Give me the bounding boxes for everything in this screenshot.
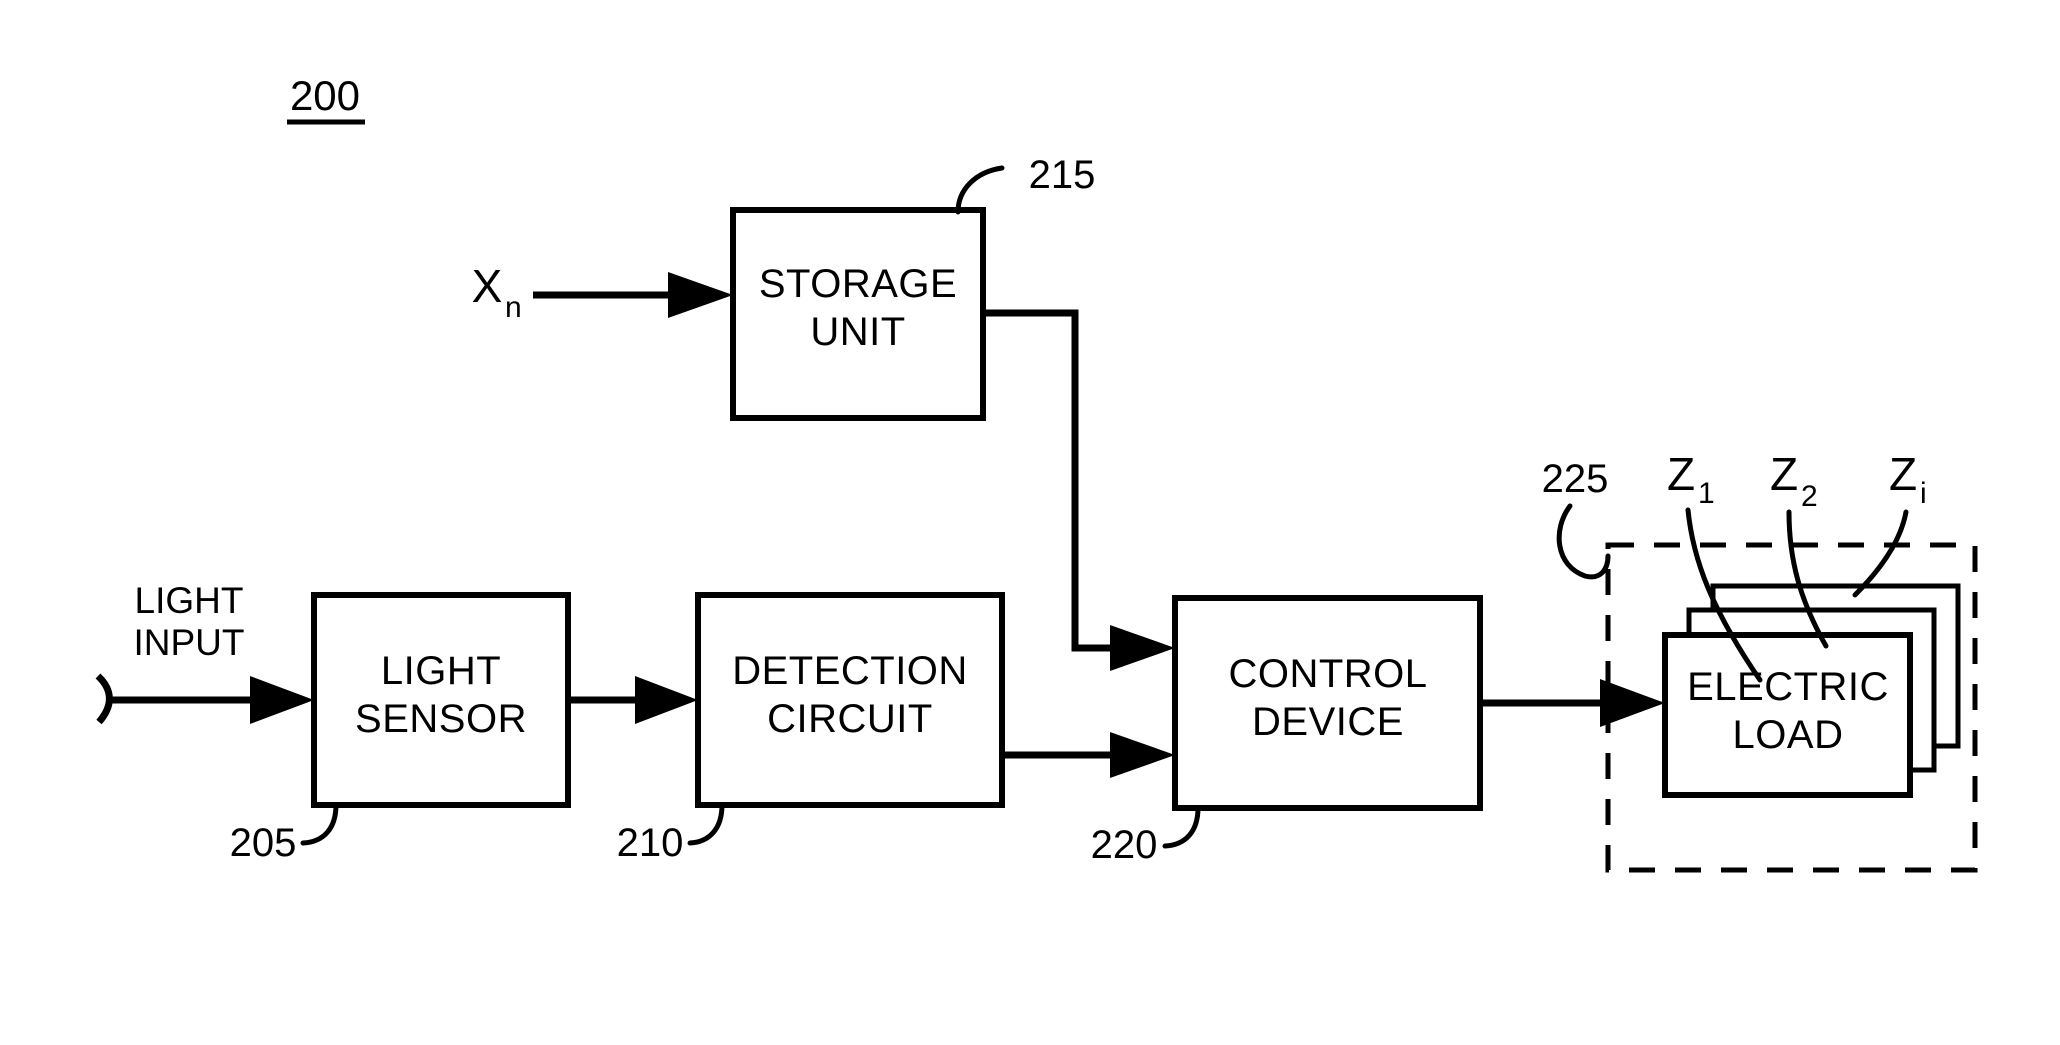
control-device-label-line2: DEVICE — [1252, 700, 1404, 744]
ref-220-label: 220 — [1091, 823, 1158, 867]
sensor-to-detection-arrowhead — [635, 676, 698, 724]
control-device-label-line1: CONTROL — [1228, 652, 1427, 696]
figure-number-group: 200 — [287, 72, 365, 125]
load-output-zi-group: Z i — [1852, 448, 1927, 598]
storage-input-symbol: X — [472, 260, 503, 312]
ref-205-group: 205 — [230, 802, 339, 865]
load-output-zi-subscript: i — [1920, 477, 1927, 510]
ref-220-leader — [1162, 805, 1201, 849]
light-input-group: LIGHT INPUT — [95, 580, 314, 725]
ref-205-leader — [300, 802, 339, 846]
ref-225-leader — [1556, 503, 1611, 580]
figure-diagram: 200 X n STORAGE UNIT 215 LIGHT INPUT LIG… — [95, 72, 1978, 873]
load-output-z2-symbol: Z — [1770, 448, 1798, 500]
storage-input-arrowhead — [668, 272, 733, 318]
ref-215-label: 215 — [1029, 153, 1096, 197]
electric-load-label-line1: ELECTRIC — [1687, 665, 1889, 709]
load-output-z1-subscript: 1 — [1698, 477, 1715, 510]
load-output-z1-symbol: Z — [1667, 448, 1695, 500]
ref-210-leader — [687, 802, 725, 846]
detection-to-control-wire-group — [1002, 732, 1175, 778]
ref-205-label: 205 — [230, 821, 297, 865]
ref-215-group: 215 — [955, 153, 1096, 215]
load-output-zi-symbol: Z — [1889, 448, 1917, 500]
storage-input-group: X n — [472, 260, 733, 324]
sensor-to-detection-wire-group — [568, 676, 698, 724]
ref-215-leader — [955, 165, 1005, 215]
ref-210-label: 210 — [617, 821, 684, 865]
ref-225-label: 225 — [1542, 457, 1609, 501]
block-control-device[interactable]: CONTROL DEVICE — [1172, 595, 1483, 811]
block-detection-circuit[interactable]: DETECTION CIRCUIT — [695, 592, 1005, 808]
figure-number: 200 — [290, 72, 360, 119]
storage-to-control-arrowhead — [1110, 625, 1175, 671]
detection-circuit-label-line1: DETECTION — [732, 649, 968, 693]
light-input-label-line1: LIGHT — [135, 580, 244, 621]
ref-210-group: 210 — [617, 802, 725, 865]
light-sensor-label-line2: SENSOR — [355, 697, 527, 741]
block-storage-unit[interactable]: STORAGE UNIT — [730, 207, 986, 421]
storage-to-control-wire-group — [983, 309, 1175, 671]
patent-figure-canvas: 200 X n STORAGE UNIT 215 LIGHT INPUT LIG… — [0, 0, 2060, 1045]
light-input-arrowhead — [250, 676, 314, 724]
light-input-label-line2: INPUT — [134, 622, 245, 663]
block-light-sensor[interactable]: LIGHT SENSOR — [311, 592, 571, 808]
ref-220-group: 220 — [1091, 805, 1201, 867]
load-output-z2-subscript: 2 — [1801, 480, 1818, 513]
storage-unit-label-line2: UNIT — [810, 310, 905, 354]
detection-circuit-label-line2: CIRCUIT — [767, 697, 933, 741]
control-to-load-wire-group — [1480, 679, 1665, 727]
storage-unit-label-line1: STORAGE — [759, 262, 957, 306]
detection-to-control-arrowhead — [1110, 732, 1175, 778]
electric-load-label-line2: LOAD — [1733, 713, 1844, 757]
storage-input-subscript: n — [505, 291, 522, 324]
light-sensor-label-line1: LIGHT — [381, 649, 501, 693]
load-output-zi-leader — [1852, 509, 1909, 598]
